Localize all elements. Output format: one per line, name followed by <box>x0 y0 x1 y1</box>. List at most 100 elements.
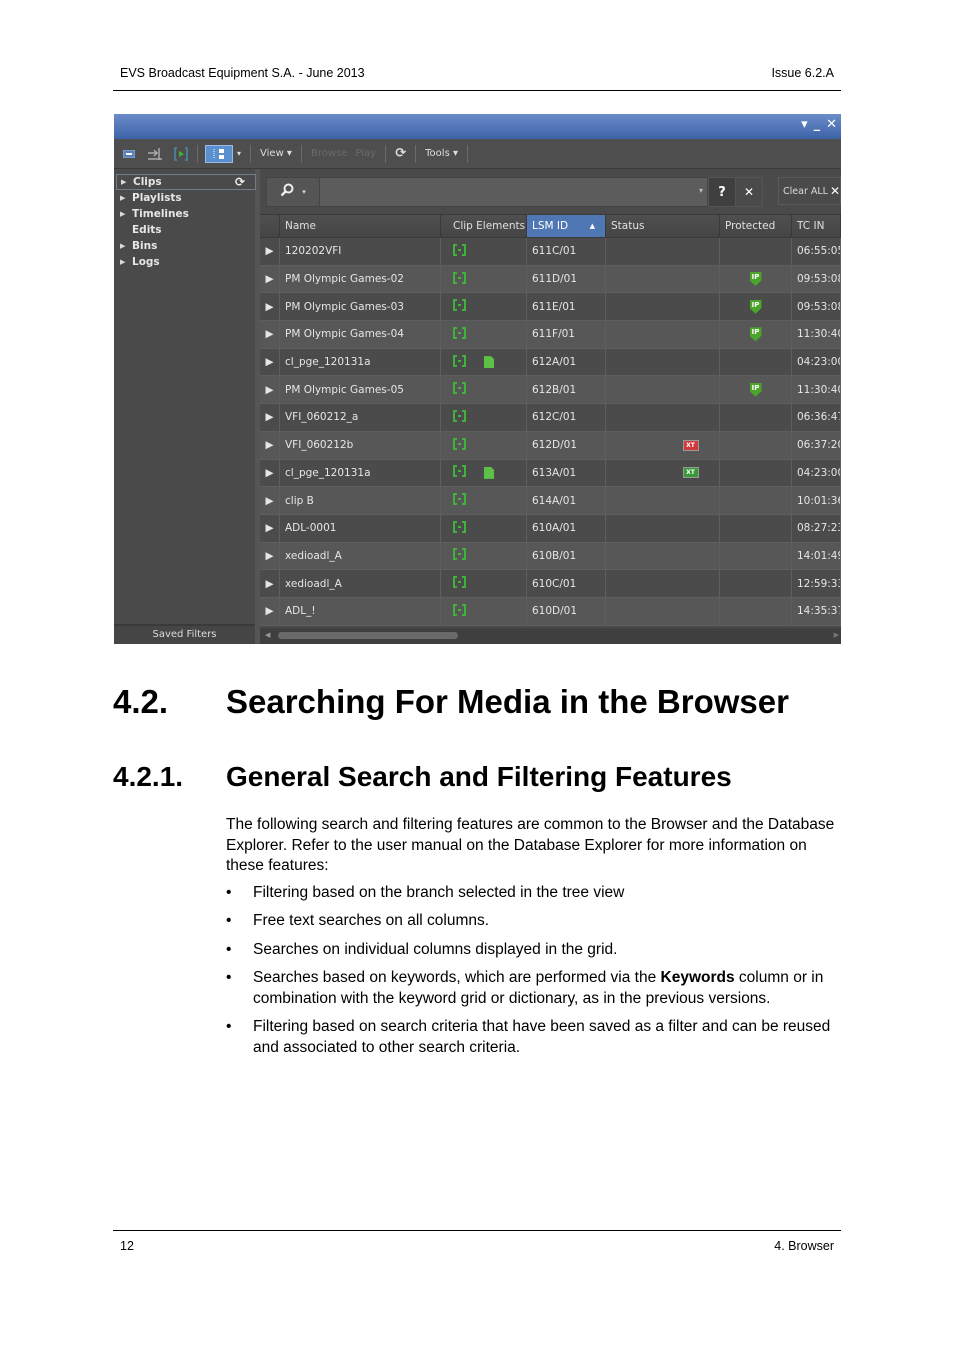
row-expand-icon[interactable]: ▶ <box>260 570 280 597</box>
column-header-label: LSM ID <box>532 220 569 232</box>
row-expand-icon[interactable]: ▶ <box>260 321 280 348</box>
saved-filters-button[interactable]: Saved Filters <box>114 624 255 644</box>
column-header-lsm-id[interactable]: LSM ID ▲ <box>527 215 606 237</box>
cell-status <box>606 542 720 570</box>
row-expand-icon[interactable]: ▶ <box>260 293 280 321</box>
protected-shield-icon: IP <box>749 327 762 342</box>
cell-tc-in: 11:30:40 <box>792 321 841 348</box>
column-header-protected[interactable]: Protected <box>720 215 792 237</box>
row-expand-icon[interactable]: ▶ <box>260 514 280 542</box>
table-row[interactable]: ▶ xedioadl_A 610B/01 14:01:49 <box>260 542 841 571</box>
cell-tc-in: 06:55:05 <box>792 238 841 265</box>
cell-clip-elements <box>441 376 527 404</box>
page-footer: 12 4. Browser <box>113 1230 841 1255</box>
cell-clip-elements <box>441 431 527 459</box>
play-button[interactable]: Play <box>351 148 380 159</box>
search-input[interactable] <box>321 178 705 208</box>
scroll-left-icon[interactable]: ◀ <box>265 631 270 639</box>
cell-status <box>606 404 720 431</box>
close-icon[interactable]: ✕ <box>826 117 837 132</box>
horizontal-scrollbar[interactable]: ◀ ▶ <box>260 628 841 644</box>
table-row[interactable]: ▶ 120202VFI 611C/01 06:55:05 <box>260 238 841 266</box>
row-expand-icon[interactable]: ▶ <box>260 431 280 459</box>
cell-clip-elements <box>441 348 527 376</box>
cell-protected <box>720 348 792 376</box>
cell-protected <box>720 487 792 514</box>
expand-arrow-icon[interactable]: ▶ <box>121 178 133 186</box>
table-row[interactable]: ▶ cl_pge_120131a 613A/01 XT 04:23:00 <box>260 459 841 488</box>
column-header-name[interactable]: Name <box>280 215 441 237</box>
cell-lsm-id: 611D/01 <box>527 265 606 293</box>
table-row[interactable]: ▶ VFI_060212_a 612C/01 06:36:47 <box>260 404 841 432</box>
tree-item-timelines[interactable]: ▶ Timelines <box>114 206 255 222</box>
browse-button[interactable]: Browse <box>307 148 351 159</box>
cell-tc-in: 09:53:08 <box>792 265 841 293</box>
row-expand-icon[interactable]: ▶ <box>260 487 280 514</box>
table-row[interactable]: ▶ PM Olympic Games-03 611E/01 IP 09:53:08 <box>260 293 841 322</box>
cell-clip-elements <box>441 542 527 570</box>
tree-item-edits[interactable]: Edits <box>114 222 255 238</box>
view-menu-button[interactable]: View ▾ <box>256 148 296 159</box>
play-clip-icon[interactable] <box>170 145 192 163</box>
video-wall-icon[interactable] <box>118 145 140 163</box>
table-row[interactable]: ▶ xedioadl_A 610C/01 12:59:33 <box>260 570 841 598</box>
scrollbar-thumb[interactable] <box>278 632 458 639</box>
cell-clip-elements <box>441 570 527 597</box>
scroll-right-icon[interactable]: ▶ <box>834 631 839 639</box>
cell-lsm-id: 610D/01 <box>527 597 606 625</box>
cell-clip-elements <box>441 265 527 293</box>
table-row[interactable]: ▶ PM Olympic Games-02 611D/01 IP 09:53:08 <box>260 265 841 294</box>
tools-menu-button[interactable]: Tools ▾ <box>421 148 462 159</box>
cell-tc-in: 14:35:37 <box>792 597 841 625</box>
search-options-button[interactable]: ▾ <box>267 178 320 206</box>
tree-item-label: Clips <box>133 176 162 188</box>
row-expand-icon[interactable]: ▶ <box>260 404 280 431</box>
table-row[interactable]: ▶ ADL_! 610D/01 14:35:37 <box>260 597 841 626</box>
expand-arrow-icon[interactable]: ▶ <box>120 194 132 202</box>
refresh-icon[interactable]: ⟳ <box>391 146 410 161</box>
column-header-status[interactable]: Status <box>606 215 720 237</box>
clear-all-button[interactable]: Clear ALL ✕ <box>778 177 841 205</box>
cell-status <box>606 321 720 348</box>
refresh-icon[interactable]: ⟳ <box>235 175 245 189</box>
search-history-dropdown-icon[interactable]: ▾ <box>699 186 703 195</box>
tree-item-label: Timelines <box>132 208 189 220</box>
clip-element-icon <box>453 603 466 619</box>
window-menu-icon[interactable]: ▾ <box>801 117 808 132</box>
expand-arrow-icon[interactable]: ▶ <box>120 242 132 250</box>
clip-element-icon <box>453 243 466 259</box>
cell-name: cl_pge_120131a <box>280 348 441 376</box>
row-expand-icon[interactable]: ▶ <box>260 238 280 265</box>
tree-item-bins[interactable]: ▶ Bins <box>114 238 255 254</box>
search-help-button[interactable]: ? <box>708 177 736 207</box>
insert-icon[interactable] <box>144 145 166 163</box>
column-header-clip-elements[interactable]: Clip Elements <box>441 215 527 237</box>
row-expand-icon[interactable]: ▶ <box>260 597 280 625</box>
minimize-icon[interactable]: _ <box>814 117 821 132</box>
cell-protected: IP <box>720 321 792 348</box>
table-row[interactable]: ▶ PM Olympic Games-04 611F/01 IP 11:30:40 <box>260 321 841 349</box>
table-row[interactable]: ▶ cl_pge_120131a 612A/01 04:23:00 <box>260 348 841 377</box>
table-row[interactable]: ▶ clip B 614A/01 10:01:36 <box>260 487 841 515</box>
cell-clip-elements <box>441 597 527 625</box>
tree-item-playlists[interactable]: ▶ Playlists <box>114 190 255 206</box>
tree-item-clips[interactable]: ▶ Clips ⟳ <box>116 174 256 190</box>
row-expand-icon[interactable]: ▶ <box>260 265 280 293</box>
layout-dropdown-icon[interactable]: ▾ <box>233 149 245 158</box>
column-header-tc-in[interactable]: TC IN <box>792 215 841 237</box>
tree-item-logs[interactable]: ▶ Logs <box>114 254 255 270</box>
row-expand-icon[interactable]: ▶ <box>260 376 280 404</box>
layout-toggle-icon[interactable] <box>205 144 233 163</box>
table-row[interactable]: ▶ VFI_060212b 612D/01 XT 06:37:20 <box>260 431 841 460</box>
row-expand-icon[interactable]: ▶ <box>260 542 280 570</box>
row-expand-icon[interactable]: ▶ <box>260 459 280 487</box>
subsection-number: 4.2.1. <box>113 761 184 792</box>
clear-search-button[interactable]: ✕ <box>735 177 763 207</box>
cell-protected <box>720 514 792 542</box>
expand-arrow-icon[interactable]: ▶ <box>120 210 132 218</box>
table-row[interactable]: ▶ PM Olympic Games-05 612B/01 IP 11:30:40 <box>260 376 841 405</box>
row-expand-icon[interactable]: ▶ <box>260 348 280 376</box>
table-row[interactable]: ▶ ADL-0001 610A/01 08:27:23 <box>260 514 841 543</box>
expand-arrow-icon[interactable]: ▶ <box>120 258 132 266</box>
cell-protected <box>720 238 792 265</box>
